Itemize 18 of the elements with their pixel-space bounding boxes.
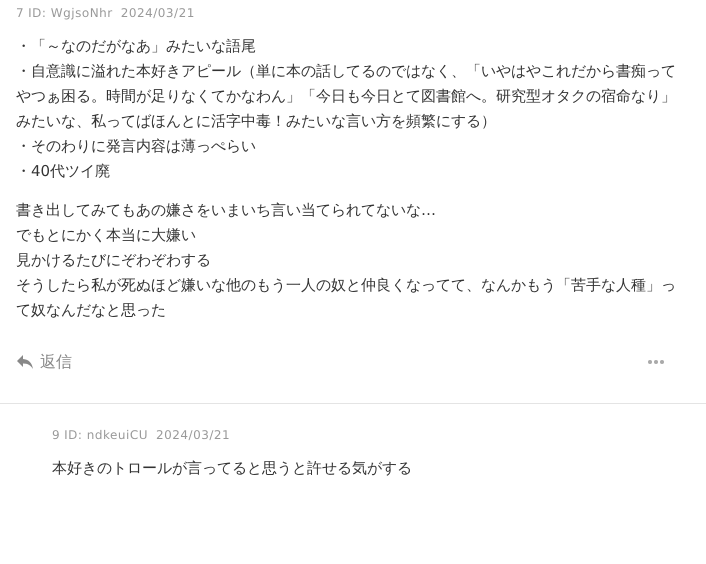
more-icon[interactable] bbox=[648, 360, 664, 364]
comment-text: 本好きのトロールが言ってると思うと許せる気がする bbox=[52, 458, 413, 479]
comment-text: 見かけるたびにぞわぞわする bbox=[16, 250, 212, 271]
comment-text: ・40代ツイ廃 bbox=[16, 161, 112, 182]
comment-text: ・自意識に溢れた本好きアピール（単に本の話してるのではなく、「いやはやこれだから書痴ってやつぁ困る。時間が足りなくてかなわん」「今日も今日とて図書館へ。研究型オタクの宿命なり」みたいな、私ってばほんとに活字中毒！みたいな言い方を頻繁にする） bbox=[16, 61, 677, 132]
comment-text: でもとにかく本当に大嫌い bbox=[16, 225, 197, 246]
post-date: 2024/03/21 bbox=[156, 428, 230, 442]
user-id: ID: WgjsoNhr bbox=[28, 6, 113, 20]
comment-number: 7 bbox=[16, 6, 24, 20]
post-date: 2024/03/21 bbox=[120, 6, 195, 20]
comment-text: ・そのわりに発言内容は薄っぺらい bbox=[16, 136, 257, 157]
comment-text: そうしたら私が死ぬほど嫌いな他のもう一人の奴と仲良くなってて、なんかもう「苦手な人種」って奴なんだなと思った bbox=[16, 275, 677, 321]
comment-text: ・「～なのだがなあ」みたいな語尾 bbox=[16, 36, 257, 57]
reply-button[interactable]: 返信 bbox=[16, 352, 72, 372]
comment-number: 9 bbox=[52, 428, 60, 442]
user-id: ID: ndkeuiCU bbox=[64, 428, 148, 442]
comment-text: 書き出してみてもあの嫌さをいまいち言い当てられてないな… bbox=[16, 200, 437, 221]
reply-icon bbox=[16, 354, 34, 370]
